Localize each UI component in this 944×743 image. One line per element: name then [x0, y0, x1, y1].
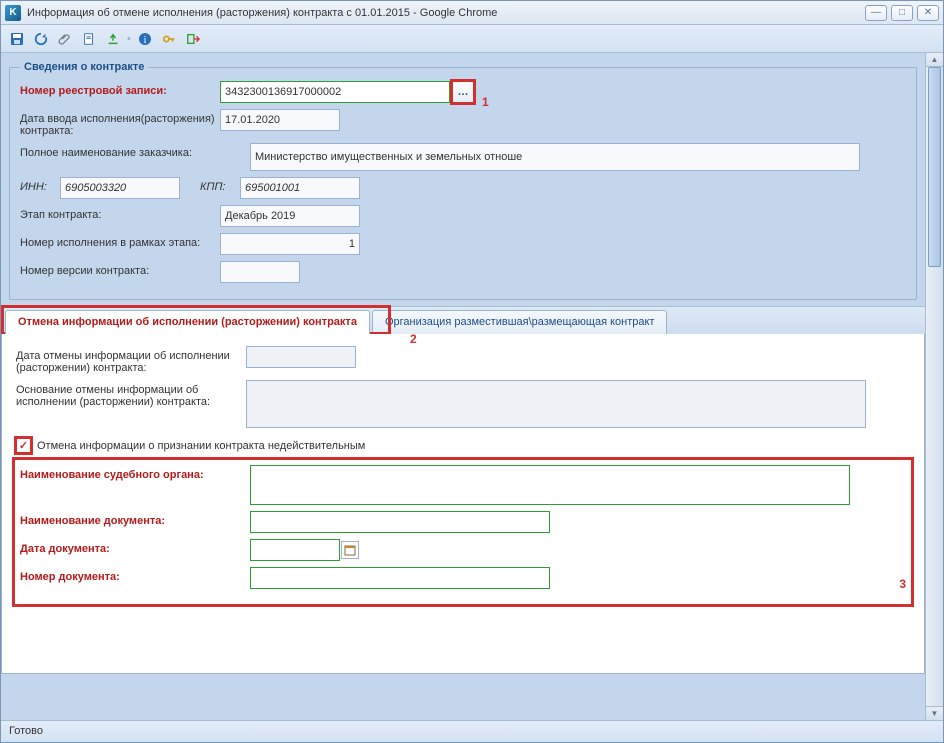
status-text: Готово — [9, 725, 43, 737]
invalid-contract-checkbox-label: Отмена информации о признании контракта … — [37, 440, 365, 452]
toolbar: • i — [1, 25, 943, 53]
cancel-date-label: Дата отмены информации об исполнении (ра… — [16, 346, 246, 374]
court-name-textarea[interactable] — [250, 465, 850, 505]
doc-date-input[interactable] — [250, 539, 340, 561]
contract-stage-label: Этап контракта: — [20, 205, 220, 221]
app-icon: K — [5, 5, 21, 21]
kpp-label: КПП: — [200, 177, 240, 193]
registry-number-input[interactable] — [220, 81, 450, 103]
cancel-reason-label: Основание отмены информации об исполнени… — [16, 380, 246, 408]
scroll-down-arrow[interactable]: ▼ — [926, 706, 943, 720]
callout-2: 2 — [410, 332, 417, 346]
doc-name-label: Наименование документа: — [20, 511, 250, 527]
doc-number-input[interactable] — [250, 567, 550, 589]
court-name-label: Наименование судебного органа: — [20, 465, 250, 481]
tab-cancel-info[interactable]: Отмена информации об исполнении (расторж… — [5, 310, 370, 334]
refresh-icon[interactable] — [31, 29, 51, 49]
doc-number-label: Номер документа: — [20, 567, 250, 583]
input-date-label: Дата ввода исполнения(расторжения) контр… — [20, 109, 220, 137]
input-date-value: 17.01.2020 — [220, 109, 340, 131]
customer-name-label: Полное наименование заказчика: — [20, 143, 250, 159]
scroll-up-arrow[interactable]: ▲ — [926, 53, 943, 67]
document-icon[interactable] — [79, 29, 99, 49]
exec-number-value: 1 — [220, 233, 360, 255]
customer-name-value: Министерство имущественных и земельных о… — [250, 143, 860, 171]
callout-1: 1 — [482, 95, 489, 109]
tab-organization[interactable]: Организация разместившая\размещающая кон… — [372, 310, 668, 334]
calendar-icon[interactable] — [341, 541, 359, 559]
registry-number-label: Номер реестровой записи: — [20, 81, 220, 97]
export-icon[interactable] — [103, 29, 123, 49]
exec-number-label: Номер исполнения в рамках этапа: — [20, 233, 220, 249]
callout-3: 3 — [899, 577, 906, 591]
window-title: Информация об отмене исполнения (расторж… — [27, 7, 865, 19]
minimize-button[interactable]: — — [865, 5, 887, 21]
key-icon[interactable] — [159, 29, 179, 49]
contract-version-value — [220, 261, 300, 283]
window-controls: — □ ✕ — [865, 5, 939, 21]
contract-stage-value: Декабрь 2019 — [220, 205, 360, 227]
tab-strip: Отмена информации об исполнении (расторж… — [1, 306, 925, 334]
inn-label: ИНН: — [20, 177, 60, 193]
cancel-date-input[interactable] — [246, 346, 356, 368]
cancel-reason-textarea[interactable] — [246, 380, 866, 428]
kpp-value — [240, 177, 360, 199]
vertical-scrollbar[interactable]: ▲ ▼ — [925, 53, 943, 720]
invalid-contract-checkbox[interactable]: ✓ — [16, 438, 31, 453]
tab-body: 2 Дата отмены информации об исполнении (… — [1, 334, 925, 674]
inn-value — [60, 177, 180, 199]
help-icon[interactable]: i — [135, 29, 155, 49]
exit-icon[interactable] — [183, 29, 203, 49]
title-bar: K Информация об отмене исполнения (расто… — [1, 1, 943, 25]
contract-version-label: Номер версии контракта: — [20, 261, 220, 277]
close-button[interactable]: ✕ — [917, 5, 939, 21]
content-area: Сведения о контракте Номер реестровой за… — [1, 53, 925, 720]
contract-info-group: Сведения о контракте Номер реестровой за… — [9, 61, 917, 300]
attach-icon[interactable] — [55, 29, 75, 49]
registry-lookup-button[interactable]: … — [452, 81, 474, 103]
svg-text:i: i — [143, 35, 146, 46]
doc-name-input[interactable] — [250, 511, 550, 533]
status-bar: Готово — [1, 720, 943, 742]
doc-date-label: Дата документа: — [20, 539, 250, 555]
scroll-thumb[interactable] — [928, 67, 941, 267]
contract-info-legend: Сведения о контракте — [20, 61, 148, 73]
save-icon[interactable] — [7, 29, 27, 49]
maximize-button[interactable]: □ — [891, 5, 913, 21]
